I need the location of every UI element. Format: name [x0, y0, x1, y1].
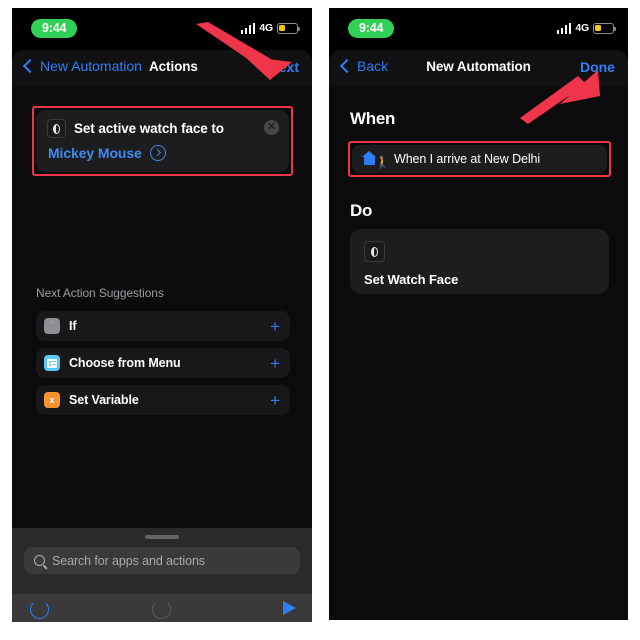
home-arrive-icon: 🚶 — [362, 150, 390, 169]
trigger-row-arrive[interactable]: 🚶 When I arrive at New Delhi — [352, 145, 607, 173]
nav-bar-left: New Automation Actions Next — [12, 50, 312, 86]
suggestion-label: Choose from Menu — [69, 356, 181, 370]
status-bar-right: 9:44 4G — [329, 8, 628, 50]
highlight-box-trigger: 🚶 When I arrive at New Delhi — [348, 141, 611, 177]
watch-face-icon — [47, 119, 66, 138]
cellular-bars-icon — [556, 22, 572, 34]
suggestion-row-set-variable[interactable]: x Set Variable + — [36, 385, 290, 415]
status-indicators: 4G — [556, 22, 616, 34]
screenshot-stage: 9:44 4G New Automation Actions Next Set … — [0, 0, 640, 640]
suggestion-row-if[interactable]: ֔ If + — [36, 311, 290, 341]
do-action-card[interactable]: Set Watch Face — [350, 229, 609, 294]
battery-low-power-icon — [277, 22, 300, 34]
search-input[interactable]: Search for apps and actions — [24, 547, 300, 574]
action-card-set-watch-face[interactable]: Set active watch face to ✕ Mickey Mouse — [36, 110, 289, 172]
action-card-title: Set active watch face to — [74, 121, 224, 136]
page-title-left: Actions — [149, 59, 198, 74]
suggestions-list: ֔ If + Choose from Menu + x Set Variable… — [36, 311, 290, 422]
undo-icon[interactable] — [30, 600, 49, 619]
remove-circle-icon[interactable]: ✕ — [264, 120, 279, 135]
when-section-heading: When — [350, 109, 396, 128]
add-suggestion-button[interactable]: + — [270, 355, 280, 372]
next-button[interactable]: Next — [269, 59, 299, 75]
suggestion-label: Set Variable — [69, 393, 139, 407]
set-variable-icon: x — [44, 392, 60, 408]
cellular-bars-icon — [240, 22, 256, 34]
watch-face-icon — [364, 241, 385, 262]
automation-summary: When 🚶 When I arrive at New Delhi Do Set… — [329, 86, 628, 620]
status-bar-left: 9:44 4G — [12, 8, 312, 50]
add-suggestion-button[interactable]: + — [270, 392, 280, 409]
highlight-box-action-card: Set active watch face to ✕ Mickey Mouse — [32, 106, 293, 176]
action-search-sheet: Search for apps and actions — [12, 528, 312, 594]
search-placeholder: Search for apps and actions — [52, 553, 205, 568]
trigger-label: When I arrive at New Delhi — [394, 152, 541, 166]
suggestion-row-choose-from-menu[interactable]: Choose from Menu + — [36, 348, 290, 378]
do-action-label: Set Watch Face — [364, 272, 459, 287]
choose-from-menu-icon — [44, 355, 60, 371]
actions-list-left: Set active watch face to ✕ Mickey Mouse … — [12, 86, 312, 622]
sheet-grabber-handle[interactable] — [145, 535, 179, 539]
suggestions-section-label: Next Action Suggestions — [36, 286, 164, 300]
redo-icon — [152, 600, 171, 619]
status-indicators: 4G — [240, 22, 300, 34]
suggestion-label: If — [69, 319, 77, 333]
battery-low-power-icon — [593, 22, 616, 34]
if-condition-icon: ֔ — [44, 318, 60, 334]
status-time: 9:44 — [348, 19, 395, 38]
chevron-left-icon — [22, 58, 38, 74]
nav-bar-right: Back New Automation Done — [329, 50, 628, 86]
add-suggestion-button[interactable]: + — [270, 318, 280, 335]
action-card-header: Set active watch face to — [47, 119, 278, 138]
back-button-label: New Automation — [40, 58, 142, 74]
carrier-label: 4G — [575, 22, 589, 34]
carrier-label: 4G — [259, 22, 273, 34]
right-phone-screenshot: 9:44 4G Back New Automation Done When 🚶 … — [329, 8, 628, 620]
walking-person-icon: 🚶 — [375, 155, 390, 169]
back-button-left[interactable]: New Automation — [22, 58, 142, 74]
editor-toolbar — [12, 594, 312, 622]
do-section-heading: Do — [350, 201, 373, 220]
chevron-right-circle-icon[interactable] — [149, 145, 166, 161]
left-phone-screenshot: 9:44 4G New Automation Actions Next Set … — [12, 8, 312, 622]
action-card-parameter[interactable]: Mickey Mouse — [47, 145, 278, 161]
status-time: 9:44 — [31, 19, 78, 38]
done-button[interactable]: Done — [580, 59, 615, 75]
play-icon[interactable] — [283, 601, 296, 615]
action-parameter-value[interactable]: Mickey Mouse — [48, 145, 142, 161]
search-icon — [34, 555, 45, 566]
